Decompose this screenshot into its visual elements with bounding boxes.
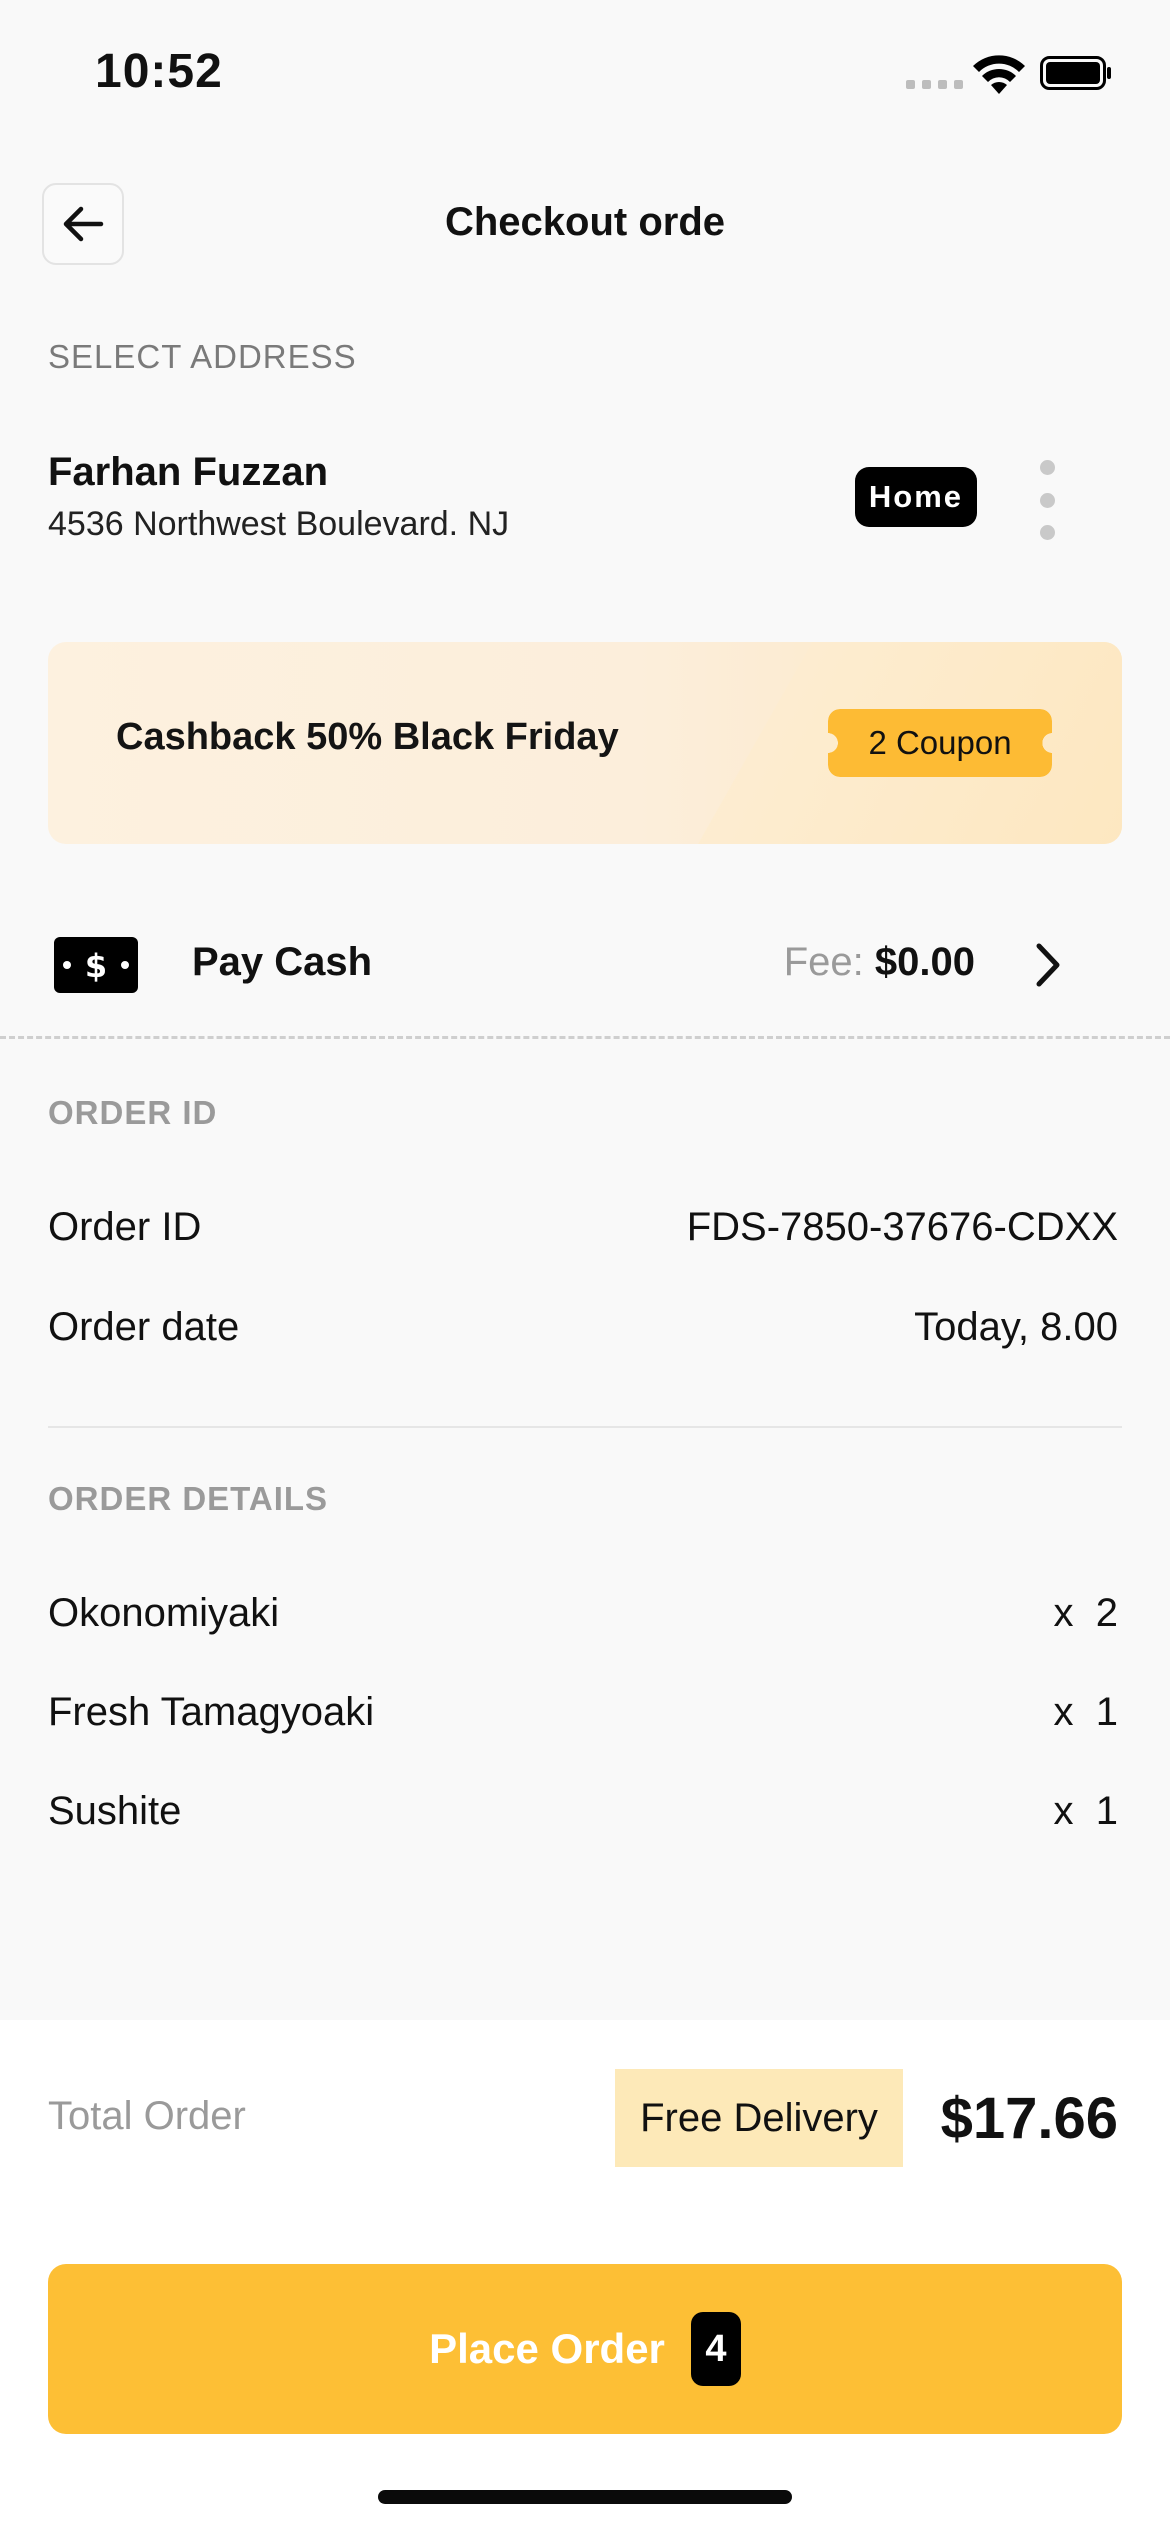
cash-icon: $: [54, 937, 138, 993]
promo-banner[interactable]: Cashback 50% Black Friday 2 Coupon: [48, 642, 1122, 844]
order-id-section-label: ORDER ID: [48, 1094, 218, 1131]
total-order-label: Total Order: [48, 2094, 246, 2138]
svg-text:$: $: [85, 947, 107, 985]
address-street: 4536 Northwest Boulevard. NJ: [48, 505, 510, 543]
home-indicator[interactable]: [378, 2490, 792, 2504]
battery-icon: [1040, 56, 1111, 90]
cellular-signal-icon: [906, 80, 963, 89]
promo-text: Cashback 50% Black Friday: [116, 716, 619, 758]
free-delivery-badge: Free Delivery: [615, 2069, 903, 2167]
place-order-button[interactable]: Place Order 4: [48, 2264, 1122, 2434]
order-id-label: Order ID: [48, 1205, 202, 1249]
chevron-right-icon[interactable]: [1030, 940, 1066, 990]
order-item-name: Sushite: [48, 1789, 182, 1833]
coupon-badge[interactable]: 2 Coupon: [828, 709, 1052, 777]
order-id-value: FDS-7850-37676-CDXX: [686, 1205, 1118, 1249]
fee-label: Fee:: [783, 940, 864, 984]
total-amount: $17.66: [940, 2086, 1118, 2151]
select-address-label: SELECT ADDRESS: [48, 338, 357, 375]
address-tag-badge: Home: [855, 467, 977, 527]
more-options-icon[interactable]: [1036, 460, 1058, 540]
fee-value: $0.00: [874, 940, 975, 984]
order-date-value: Today, 8.00: [914, 1305, 1118, 1349]
order-item-name: Okonomiyaki: [48, 1591, 280, 1635]
order-item-qty: x 1: [1053, 1789, 1118, 1833]
item-count-badge: 4: [690, 2312, 741, 2386]
address-name: Farhan Fuzzan: [48, 450, 329, 494]
place-order-label: Place Order: [429, 2325, 665, 2372]
payment-fee: Fee: $0.00: [784, 940, 975, 985]
order-date-label: Order date: [48, 1305, 240, 1349]
order-item-name: Fresh Tamagyoaki: [48, 1690, 375, 1734]
status-time: 10:52: [95, 45, 223, 98]
order-item-qty: x 2: [1053, 1591, 1118, 1635]
wifi-icon: [973, 55, 1025, 94]
order-details-section-label: ORDER DETAILS: [48, 1480, 329, 1517]
payment-method-label[interactable]: Pay Cash: [192, 940, 372, 985]
dashed-divider: [0, 1036, 1170, 1039]
order-item-qty: x 1: [1053, 1690, 1118, 1734]
section-divider: [48, 1426, 1122, 1428]
page-title: Checkout orde: [444, 200, 726, 244]
